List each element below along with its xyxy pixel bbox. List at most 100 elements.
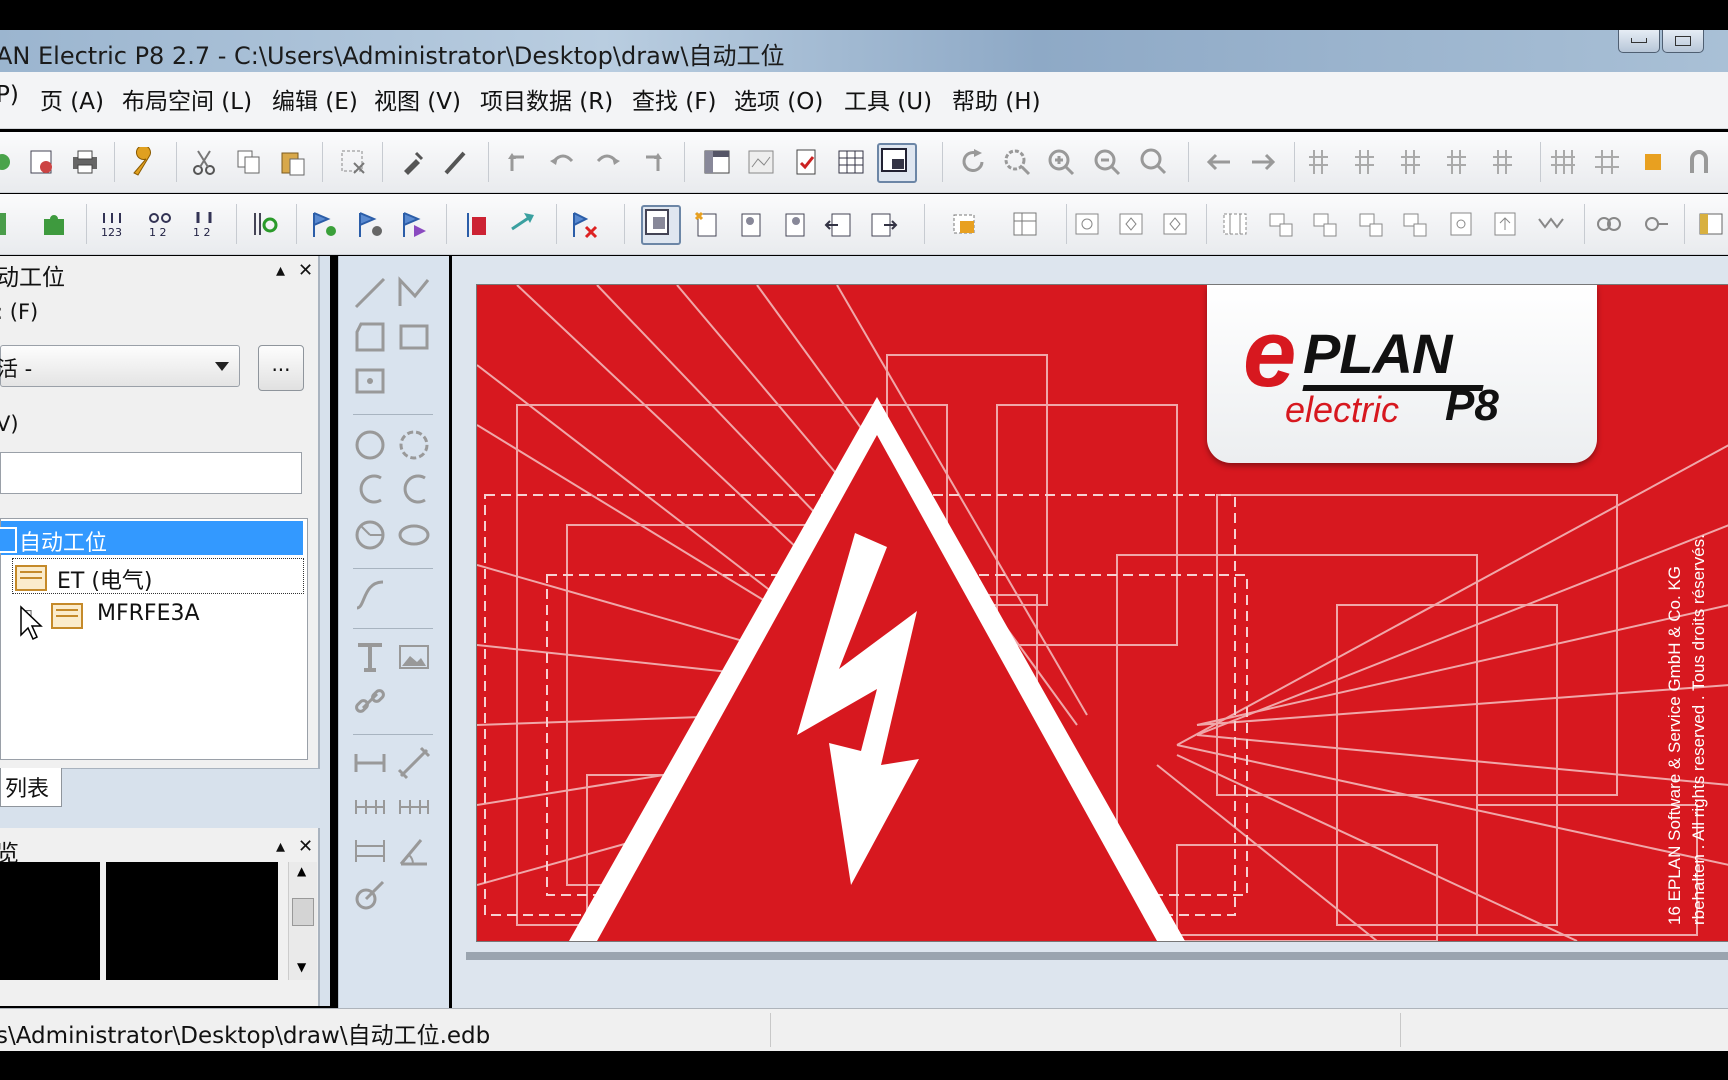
undo-icon[interactable]: [548, 147, 578, 177]
menu-tools[interactable]: 工具 (U): [844, 82, 932, 116]
image-icon[interactable]: [397, 640, 431, 674]
graphical-editing-icon[interactable]: [877, 143, 917, 183]
menu-project-data[interactable]: 项目数据 (R): [480, 82, 613, 116]
forward-arrow-icon[interactable]: [1248, 147, 1278, 177]
circle-icon[interactable]: [353, 428, 387, 462]
maximize-button[interactable]: [1662, 30, 1704, 53]
paste-icon[interactable]: [278, 147, 308, 177]
text-icon[interactable]: [353, 640, 387, 674]
delete-flag-icon[interactable]: [570, 209, 600, 239]
delete-selection-icon[interactable]: [338, 147, 368, 177]
plug-strip-icon[interactable]: [1266, 209, 1296, 239]
menu-page[interactable]: 页 (A): [40, 82, 104, 116]
panel-close-icon[interactable]: ✕: [298, 836, 313, 857]
device-icon-2[interactable]: [1116, 209, 1146, 239]
menu-find[interactable]: 查找 (F): [632, 82, 717, 116]
refresh-icon[interactable]: [958, 147, 988, 177]
snap-grid-icon[interactable]: [1592, 147, 1622, 177]
grid-c-icon[interactable]: [1398, 147, 1428, 177]
device-icon-3[interactable]: [1160, 209, 1190, 239]
polygon-icon[interactable]: [353, 320, 387, 354]
snap-object-icon[interactable]: [1638, 147, 1668, 177]
new-page-icon[interactable]: [692, 209, 722, 239]
checked-page-icon[interactable]: [792, 147, 822, 177]
tab-list[interactable]: 列表: [0, 768, 62, 807]
page-mode-icon[interactable]: [641, 205, 681, 245]
table-icon[interactable]: [836, 147, 866, 177]
insert-box-icon[interactable]: [950, 209, 980, 239]
next-page-icon[interactable]: [868, 209, 898, 239]
ellipse-icon[interactable]: [397, 518, 431, 552]
forward-flag-icon[interactable]: [400, 209, 430, 239]
connector-icon[interactable]: [1594, 209, 1624, 239]
redo-icon[interactable]: [592, 147, 622, 177]
numbering-123-icon[interactable]: 123: [100, 209, 130, 239]
scroll-up-icon[interactable]: ▲: [297, 864, 306, 878]
grid-d-icon[interactable]: [1444, 147, 1474, 177]
spline-icon[interactable]: [353, 578, 387, 612]
line-icon[interactable]: [353, 276, 387, 310]
tree-node-project[interactable]: 自动工位: [0, 521, 303, 556]
dimension-aligned-icon[interactable]: [397, 746, 431, 780]
red-flag-icon[interactable]: [464, 209, 494, 239]
rectangle-icon[interactable]: [397, 320, 431, 354]
terminal-strip-icon[interactable]: [1220, 209, 1250, 239]
structure-icon[interactable]: [0, 209, 22, 239]
shield-cable-icon[interactable]: [1356, 209, 1386, 239]
cut-icon[interactable]: [190, 147, 220, 177]
filter-combobox[interactable]: 活 -: [0, 345, 240, 387]
open-page-icon[interactable]: [736, 209, 766, 239]
print-icon[interactable]: [70, 147, 100, 177]
open-project-icon[interactable]: [0, 147, 24, 177]
settings-flag-icon[interactable]: [356, 209, 386, 239]
filter-browse-button[interactable]: ...: [258, 345, 304, 391]
box-device2-icon[interactable]: [1490, 209, 1520, 239]
value-input[interactable]: [0, 452, 302, 494]
menu-project[interactable]: P): [0, 82, 19, 108]
grid-b-icon[interactable]: [1352, 147, 1382, 177]
sector-icon[interactable]: [353, 518, 387, 552]
numbering-12-icon[interactable]: 1 2: [146, 209, 176, 239]
macro-box-icon[interactable]: [1010, 209, 1040, 239]
canvas-horizontal-scrollbar[interactable]: [466, 952, 1728, 960]
connect-icon[interactable]: [440, 147, 470, 177]
device-icon-1[interactable]: [1072, 209, 1102, 239]
numbering-terminals-icon[interactable]: 1 2: [190, 209, 220, 239]
tree-node-mfrfe3a[interactable]: ⊞ MFRFE3A: [21, 597, 303, 631]
scroll-down-icon[interactable]: ▼: [297, 960, 306, 974]
sync-icon[interactable]: [250, 209, 280, 239]
arc-icon[interactable]: [353, 472, 387, 506]
wire-icon[interactable]: [1536, 209, 1566, 239]
preview-scrollbar[interactable]: ▲ ▼: [288, 862, 317, 980]
dimension-angle-icon[interactable]: [397, 834, 431, 868]
circle-3pt-icon[interactable]: [397, 428, 431, 462]
jump-icon[interactable]: [508, 209, 538, 239]
back-arrow-icon[interactable]: [1204, 147, 1234, 177]
grid-toggle-icon[interactable]: [1548, 147, 1578, 177]
hyperlink-icon[interactable]: [353, 684, 387, 718]
puzzle-icon[interactable]: [40, 209, 70, 239]
previous-page-icon[interactable]: [824, 209, 854, 239]
dimension-incremental-icon[interactable]: [353, 834, 387, 868]
minimize-button[interactable]: [1618, 30, 1660, 53]
redo-list-icon[interactable]: [636, 147, 666, 177]
zoom-window-icon[interactable]: [1002, 147, 1032, 177]
scroll-thumb[interactable]: [292, 898, 314, 926]
check-flag-icon[interactable]: [310, 209, 340, 239]
menu-layout-space[interactable]: 布局空间 (L): [122, 82, 252, 116]
zoom-out-icon[interactable]: [1092, 147, 1122, 177]
magnet-icon[interactable]: [1684, 147, 1714, 177]
plug-icon[interactable]: [398, 147, 428, 177]
dimension-chain2-icon[interactable]: [397, 790, 431, 824]
page-properties2-icon[interactable]: [780, 209, 810, 239]
dimension-chain-icon[interactable]: [353, 790, 387, 824]
zoom-in-icon[interactable]: [1046, 147, 1076, 177]
page-navigator-icon[interactable]: [702, 147, 732, 177]
zoom-100-icon[interactable]: [1138, 147, 1168, 177]
menu-options[interactable]: 选项 (O): [734, 82, 823, 116]
cable-icon[interactable]: [1310, 209, 1340, 239]
dimension-linear-icon[interactable]: [353, 746, 387, 780]
arc-3pt-icon[interactable]: [397, 472, 431, 506]
pin-icon[interactable]: [1640, 209, 1670, 239]
rectangle-center-icon[interactable]: [353, 364, 387, 398]
